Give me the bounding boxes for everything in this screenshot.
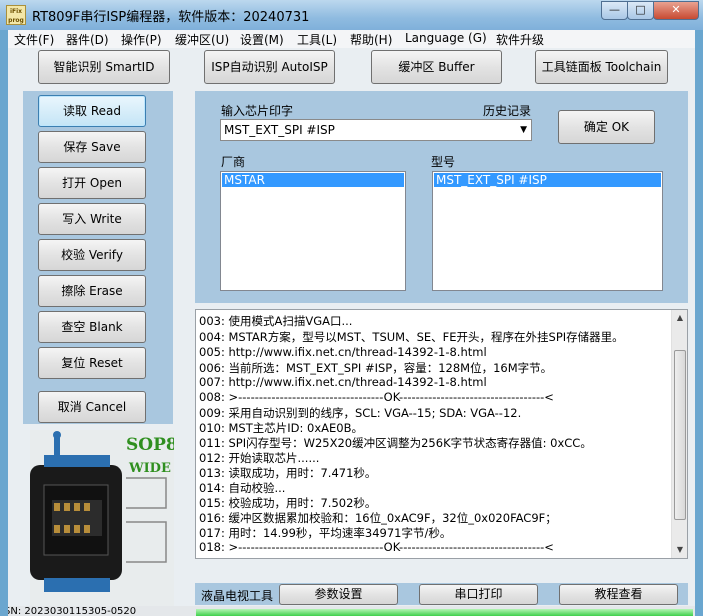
write-button[interactable]: 写入 Write [38,203,146,235]
progress-bar [196,609,693,616]
chip-marking-combobox[interactable]: MST_EXT_SPI #ISP ▼ [220,119,532,141]
chevron-down-icon[interactable]: ▼ [520,120,527,140]
reset-button[interactable]: 复位 Reset [38,347,146,379]
buffer-button[interactable]: 缓冲区 Buffer [371,50,502,84]
menu-language[interactable]: Language (G) [405,31,487,45]
log-line: 007: http://www.ifix.net.cn/thread-14392… [199,375,487,389]
log-line: 005: http://www.ifix.net.cn/thread-14392… [199,345,487,359]
log-line: 010: MST主芯片ID: 0xAE0B。 [199,421,363,435]
menu-bar: 文件(F) 器件(D) 操作(P) 缓冲区(U) 设置(M) 工具(L) 帮助(… [8,30,695,48]
log-line: 004: MSTAR方案，型号以MST、TSUM、SE、FE开头，程序在外挂SP… [199,330,624,344]
model-listbox[interactable]: MST_EXT_SPI #ISP [432,171,663,291]
scroll-up-icon[interactable]: ▲ [672,310,687,326]
title-bar[interactable]: iFix prog RT809F串行ISP编程器，软件版本：20240731 —… [0,0,703,30]
menu-file[interactable]: 文件(F) [14,31,54,48]
tutorial-button[interactable]: 教程查看 [559,584,678,605]
read-button[interactable]: 读取 Read [38,95,146,127]
app-logo-icon: iFix prog [6,5,26,25]
menu-buffer[interactable]: 缓冲区(U) [175,31,229,48]
menu-operate[interactable]: 操作(P) [121,31,162,48]
save-button[interactable]: 保存 Save [38,131,146,163]
wide-label: WIDE [128,461,171,476]
log-line: 018: >----------------------------------… [199,540,554,554]
log-line: 008: >----------------------------------… [199,390,554,404]
blank-check-button[interactable]: 查空 Blank [38,311,146,343]
vendor-listbox[interactable]: MSTAR [220,171,406,291]
log-line: 012: 开始读取芯片...... [199,451,320,465]
log-scrollbar[interactable]: ▲ ▼ [671,310,687,558]
lcd-tv-tools-label: 液晶电视工具 [201,589,274,603]
minimize-button[interactable]: — [601,1,628,20]
log-line: 015: 校验成功，用时：7.502秒。 [199,496,377,510]
scroll-thumb[interactable] [674,350,686,520]
socket-image: SOP8 WIDE [30,430,174,610]
log-line: 006: 当前所选：MST_EXT_SPI #ISP，容量：128M位，16M字… [199,361,553,375]
serial-number: SN: 2023030115305-0520 [8,606,137,616]
smartid-button[interactable]: 智能识别 SmartID [38,50,170,84]
sop8-label: SOP8 [126,435,174,455]
chip-input-label: 输入芯片印字 [221,104,294,118]
main-window: 文件(F) 器件(D) 操作(P) 缓冲区(U) 设置(M) 工具(L) 帮助(… [8,30,695,616]
open-button[interactable]: 打开 Open [38,167,146,199]
log-line: 009: 采用自动识别到的线序，SCL: VGA--15; SDA: VGA--… [199,406,522,420]
erase-button[interactable]: 擦除 Erase [38,275,146,307]
sop8-adapter-illustration: SOP8 WIDE [30,430,174,610]
log-line: 014: 自动校验... [199,481,286,495]
history-label: 历史记录 [483,104,532,118]
serial-print-button[interactable]: 串口打印 [419,584,538,605]
maximize-button[interactable]: □ [627,1,654,20]
autoisp-button[interactable]: ISP自动识别 AutoISP [204,50,335,84]
vendor-selected-item[interactable]: MSTAR [222,173,404,187]
model-label: 型号 [431,155,456,169]
menu-settings[interactable]: 设置(M) [240,31,284,48]
menu-device[interactable]: 器件(D) [66,31,109,48]
status-bar: SN: 2023030115305-0520 [8,606,695,616]
vendor-label: 厂商 [221,155,246,169]
log-output[interactable]: 003: 使用模式A扫描VGA口... 004: MSTAR方案，型号以MST、… [195,309,688,559]
window-title: RT809F串行ISP编程器，软件版本：20240731 [32,10,310,25]
close-button[interactable]: ✕ [653,1,699,20]
log-line: 003: 使用模式A扫描VGA口... [199,314,353,328]
scroll-down-icon[interactable]: ▼ [672,542,687,558]
log-line: 011: SPI闪存型号：W25X20缓冲区调整为256K字节状态寄存器值: 0… [199,436,592,450]
model-selected-item[interactable]: MST_EXT_SPI #ISP [434,173,661,187]
params-button[interactable]: 参数设置 [279,584,398,605]
log-line: 013: 读取成功，用时：7.471秒。 [199,466,377,480]
ok-button[interactable]: 确定 OK [558,110,655,144]
verify-button[interactable]: 校验 Verify [38,239,146,271]
cancel-button[interactable]: 取消 Cancel [38,391,146,423]
menu-upgrade[interactable]: 软件升级 [496,31,544,48]
log-line: 017: 用时：14.99秒，平均速率34971字节/秒。 [199,526,452,540]
menu-help[interactable]: 帮助(H) [350,31,392,48]
toolchain-button[interactable]: 工具链面板 Toolchain [535,50,668,84]
chip-marking-value: MST_EXT_SPI #ISP [224,123,335,137]
log-line: 016: 缓冲区数据累加校验和：16位_0xAC9F，32位_0x020FAC9… [199,511,557,525]
menu-tools[interactable]: 工具(L) [297,31,337,48]
